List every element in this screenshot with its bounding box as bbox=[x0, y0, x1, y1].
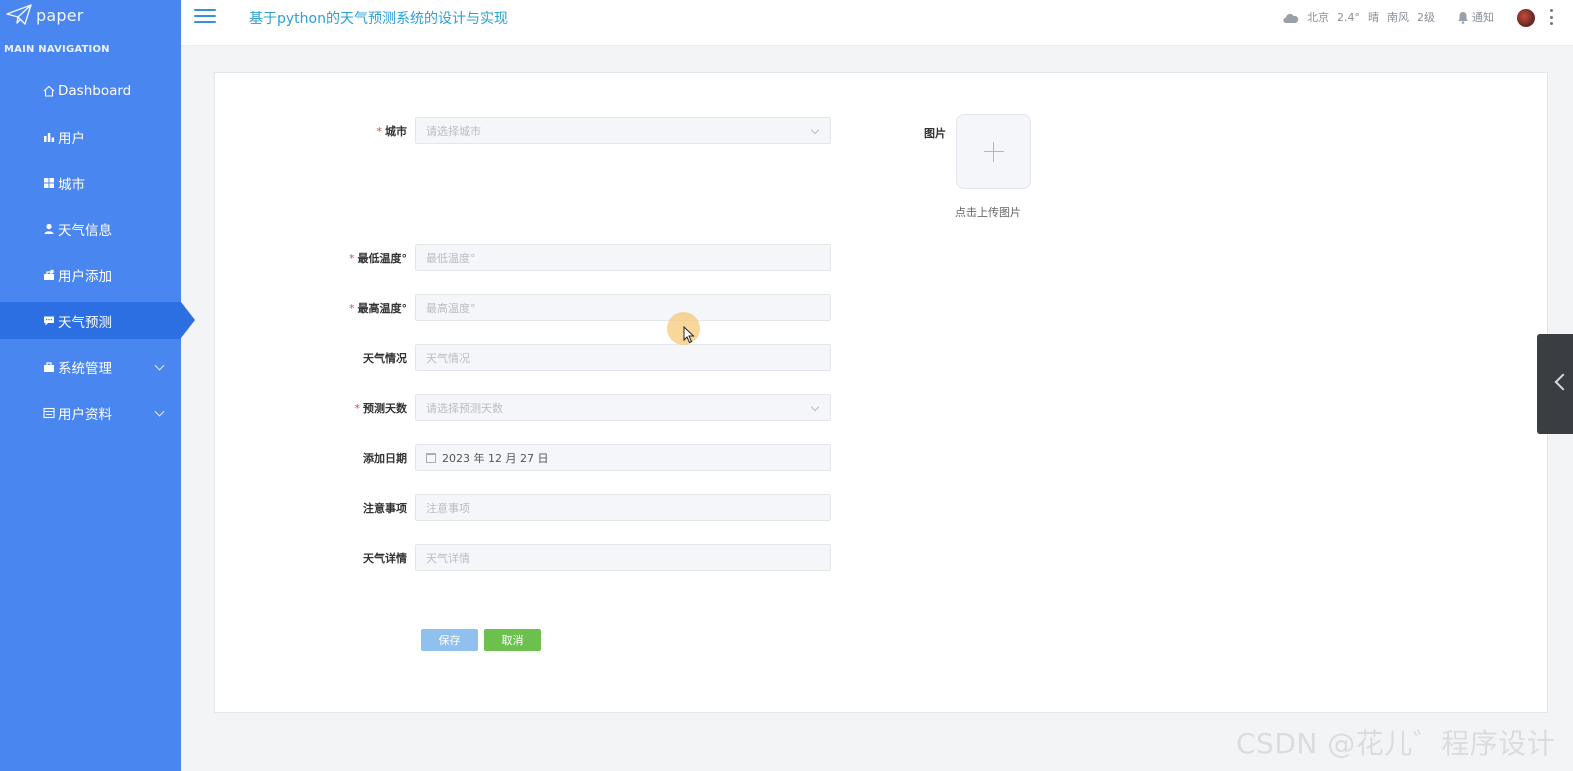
weather-city: 北京 bbox=[1307, 11, 1329, 24]
top-header: 基于python的天气预测系统的设计与实现 北京 2.4° 晴 南风 2级 通知 bbox=[181, 0, 1573, 46]
avatar[interactable] bbox=[1517, 9, 1535, 27]
form-row-city: * 城市 请选择城市 bbox=[215, 117, 831, 144]
form-row-forecast-days: * 预测天数 请选择预测天数 bbox=[215, 394, 831, 421]
required-mark: * bbox=[376, 124, 383, 138]
sidebar-item-users[interactable]: 用户 bbox=[0, 114, 181, 160]
form-row-notes: 注意事项 注意事项 bbox=[215, 494, 831, 521]
form-row-max-temp: * 最高温度° 最高温度° bbox=[215, 294, 831, 321]
required-mark: * bbox=[349, 301, 355, 315]
field-label: 天气详情 bbox=[363, 551, 407, 565]
sidebar-item-label: 天气信息 bbox=[58, 223, 112, 239]
sidebar-item-label: 用户添加 bbox=[58, 269, 112, 285]
logo[interactable]: paper bbox=[6, 2, 84, 28]
field-label: * 城市 bbox=[376, 124, 408, 138]
sidebar-item-label: Dashboard bbox=[58, 83, 132, 99]
max-temp-input[interactable]: 最高温度° bbox=[415, 294, 831, 321]
form-row-min-temp: * 最低温度° 最低温度° bbox=[215, 244, 831, 271]
field-label: * 最高温度° bbox=[349, 301, 407, 315]
required-mark: * bbox=[354, 401, 361, 415]
forecast-days-select[interactable]: 请选择预测天数 bbox=[415, 394, 831, 421]
save-button[interactable]: 保存 bbox=[421, 629, 478, 651]
image-upload-button[interactable] bbox=[956, 114, 1031, 189]
more-vertical-icon[interactable] bbox=[1549, 9, 1553, 25]
menu-toggle-icon[interactable] bbox=[194, 9, 216, 25]
weather-condition: 晴 bbox=[1368, 11, 1379, 24]
notification-label: 通知 bbox=[1472, 11, 1494, 24]
form-row-detail: 天气详情 天气详情 bbox=[215, 544, 831, 571]
weather-wind: 南风 bbox=[1387, 11, 1409, 24]
user-add-icon bbox=[43, 269, 55, 281]
city-select[interactable]: 请选择城市 bbox=[415, 117, 831, 144]
bar-chart-icon bbox=[43, 131, 55, 143]
cloud-icon bbox=[1283, 13, 1299, 23]
sidebar-item-system-management[interactable]: 系统管理 bbox=[0, 344, 181, 390]
field-label: * 预测天数 bbox=[354, 401, 408, 415]
sidebar-item-label: 用户资料 bbox=[58, 407, 112, 423]
sidebar: paper MAIN NAVIGATION Dashboard 用户 城市 天气… bbox=[0, 0, 195, 771]
notification-button[interactable]: 通知 bbox=[1457, 9, 1494, 25]
page-title: 基于python的天气预测系统的设计与实现 bbox=[249, 11, 508, 27]
bell-icon bbox=[1458, 11, 1468, 24]
detail-input[interactable]: 天气详情 bbox=[415, 544, 831, 571]
field-label: * 最低温度° bbox=[349, 251, 407, 265]
side-panel-toggle[interactable] bbox=[1537, 334, 1573, 434]
chevron-down-icon bbox=[154, 360, 165, 371]
upload-hint: 点击上传图片 bbox=[955, 206, 1021, 219]
sidebar-item-user-profile[interactable]: 用户资料 bbox=[0, 390, 181, 436]
chevron-left-icon bbox=[1554, 373, 1572, 391]
mouse-pointer-icon bbox=[683, 326, 695, 344]
field-label: 天气情况 bbox=[363, 351, 407, 365]
image-label: 图片 bbox=[924, 127, 946, 140]
city-select-placeholder: 请选择城市 bbox=[426, 124, 481, 138]
cancel-button[interactable]: 取消 bbox=[484, 629, 541, 651]
sidebar-item-weather-info[interactable]: 天气信息 bbox=[0, 206, 181, 252]
chevron-down-icon bbox=[810, 125, 820, 135]
calendar-icon bbox=[426, 452, 436, 463]
comment-icon bbox=[43, 315, 55, 327]
profile-card-icon bbox=[43, 407, 55, 419]
sidebar-item-city[interactable]: 城市 bbox=[0, 160, 181, 206]
user-icon bbox=[43, 223, 55, 235]
sidebar-item-dashboard[interactable]: Dashboard bbox=[0, 68, 181, 114]
plus-icon bbox=[983, 141, 1004, 162]
chevron-down-icon bbox=[154, 406, 165, 417]
main-nav: Dashboard 用户 城市 天气信息 用户添加 天气预测 系统管理 用户资料 bbox=[0, 68, 195, 436]
home-icon bbox=[43, 85, 55, 97]
min-temp-input[interactable]: 最低温度° bbox=[415, 244, 831, 271]
add-date-picker[interactable]: 2023 年 12 月 27 日 bbox=[415, 444, 831, 471]
grid-icon bbox=[43, 177, 55, 189]
paper-plane-icon bbox=[6, 4, 32, 25]
form-row-add-date: 添加日期 2023 年 12 月 27 日 bbox=[215, 444, 831, 471]
chevron-down-icon bbox=[810, 402, 820, 412]
sidebar-item-label: 城市 bbox=[58, 177, 85, 193]
notes-input[interactable]: 注意事项 bbox=[415, 494, 831, 521]
sidebar-item-label: 系统管理 bbox=[58, 361, 112, 377]
condition-input[interactable]: 天气情况 bbox=[415, 344, 831, 371]
weather-temp: 2.4° bbox=[1337, 10, 1360, 24]
sidebar-item-label: 用户 bbox=[58, 131, 85, 147]
weather-level: 2级 bbox=[1417, 11, 1435, 24]
sidebar-item-user-add[interactable]: 用户添加 bbox=[0, 252, 181, 298]
briefcase-icon bbox=[43, 361, 55, 373]
weather-widget: 北京 2.4° 晴 南风 2级 bbox=[1281, 9, 1437, 25]
sidebar-item-label: 天气预测 bbox=[58, 314, 112, 331]
form-row-condition: 天气情况 天气情况 bbox=[215, 344, 831, 371]
field-label: 注意事项 bbox=[363, 501, 407, 515]
watermark: CSDN @花儿゛程序设计 bbox=[1236, 727, 1556, 760]
weather-forecast-form-card: * 城市 请选择城市 图片 点击上传图片 * 最低温度° 最低温度° * 最高温度° … bbox=[214, 72, 1548, 713]
logo-text: paper bbox=[36, 5, 84, 25]
nav-header: MAIN NAVIGATION bbox=[4, 44, 110, 55]
required-mark: * bbox=[349, 251, 355, 265]
sidebar-item-weather-forecast[interactable]: 天气预测 bbox=[0, 302, 195, 339]
field-label: 添加日期 bbox=[363, 451, 407, 465]
